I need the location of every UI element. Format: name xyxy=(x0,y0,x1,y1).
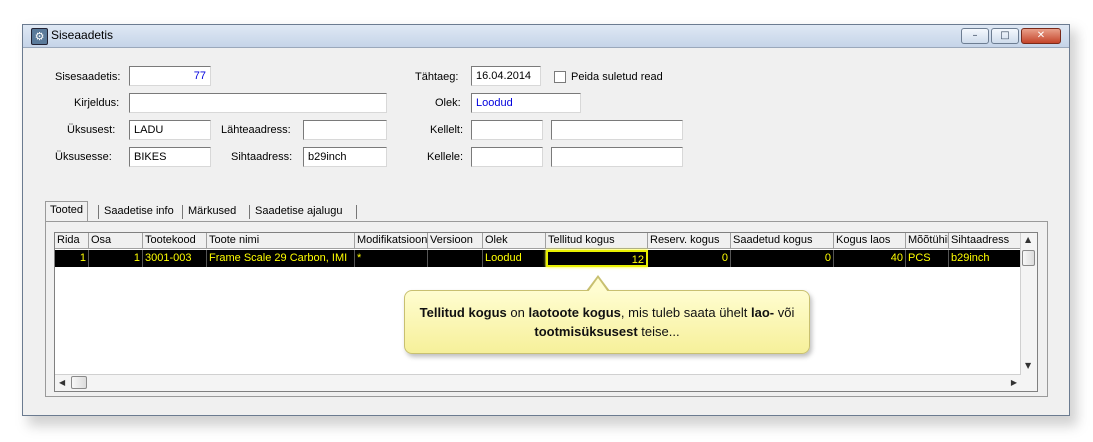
column-header[interactable]: Toote nimi xyxy=(207,233,355,249)
callout-text-2: , mis tuleb saata ühelt xyxy=(620,305,751,320)
column-header[interactable]: Osa xyxy=(89,233,143,249)
callout-text-4: teise... xyxy=(637,324,680,339)
column-header[interactable]: Kogus laos xyxy=(834,233,906,249)
tooltip-callout: Tellitud kogus on laotoote kogus, mis tu… xyxy=(404,290,810,354)
callout-text-3: või xyxy=(774,305,795,320)
table-cell[interactable]: 0 xyxy=(731,250,834,267)
scroll-right-icon[interactable]: ▶ xyxy=(1011,378,1017,387)
uksusest-label: Üksusest: xyxy=(67,124,116,136)
uksusesse-field[interactable]: BIKES xyxy=(129,147,211,167)
table-cell[interactable]: Frame Scale 29 Carbon, IMI xyxy=(207,250,355,267)
table-cell[interactable]: 1 xyxy=(89,250,143,267)
olek-field[interactable]: Loodud xyxy=(471,93,581,113)
callout-pointer-fill xyxy=(588,278,608,292)
table-cell[interactable]: * xyxy=(355,250,428,267)
callout-bold-4: tootmisüksusest xyxy=(534,324,638,339)
close-button[interactable]: ✕ xyxy=(1021,28,1061,44)
title-bar[interactable]: ⚙ Siseaadetis – □ ✕ xyxy=(23,25,1069,48)
callout-bold-3: lao- xyxy=(751,305,775,320)
lahteaadress-label: Lähteaadress: xyxy=(221,124,291,136)
maximize-button[interactable]: □ xyxy=(991,28,1019,44)
tab-tooted[interactable]: Tooted xyxy=(45,201,89,221)
peida-suletud-label: Peida suletud read xyxy=(571,71,663,83)
vertical-scroll-thumb[interactable] xyxy=(1022,250,1035,266)
kellelt-field-2[interactable] xyxy=(551,120,683,140)
app-gear-icon: ⚙ xyxy=(31,28,48,45)
table-cell[interactable]: 1 xyxy=(55,250,89,267)
kirjeldus-label: Kirjeldus: xyxy=(74,97,120,109)
kellelt-label: Kellelt: xyxy=(430,124,464,136)
tab-markused[interactable]: Märkused xyxy=(184,203,240,221)
table-cell[interactable]: 40 xyxy=(834,250,906,267)
siseaadetis-window: ⚙ Siseaadetis – □ ✕ Sisesaadetis: 77 Kir… xyxy=(22,24,1070,416)
column-header[interactable]: Sihtaadress xyxy=(949,233,1023,249)
sihtaadress-field[interactable]: b29inch xyxy=(303,147,387,167)
tahtaeg-field[interactable]: 16.04.2014 xyxy=(471,66,541,86)
column-header[interactable]: Mõõtühik xyxy=(906,233,949,249)
peida-suletud-checkbox[interactable] xyxy=(554,71,566,83)
uksusest-field[interactable]: LADU xyxy=(129,120,211,140)
table-cell[interactable]: Loodud xyxy=(483,250,546,267)
minimize-button[interactable]: – xyxy=(961,28,989,44)
tab-saadetise-info[interactable]: Saadetise info xyxy=(100,203,178,221)
kirjeldus-field[interactable] xyxy=(129,93,387,113)
callout-bold-1: Tellitud kogus xyxy=(419,305,507,320)
column-header[interactable]: Tellitud kogus xyxy=(546,233,648,249)
lahteaadress-field[interactable] xyxy=(303,120,387,140)
table-cell[interactable]: PCS xyxy=(906,250,949,267)
tab-divider xyxy=(182,205,183,219)
kellele-field-1[interactable] xyxy=(471,147,543,167)
uksusesse-label: Üksusesse: xyxy=(55,151,112,163)
tab-divider xyxy=(356,205,357,219)
tab-saadetise-ajalugu[interactable]: Saadetise ajalugu xyxy=(251,203,346,221)
tahtaeg-label: Tähtaeg: xyxy=(415,71,459,83)
table-cell[interactable]: 0 xyxy=(648,250,731,267)
tab-divider xyxy=(98,205,99,219)
horizontal-scroll-thumb[interactable] xyxy=(71,376,87,389)
column-header[interactable]: Versioon xyxy=(428,233,483,249)
scroll-up-icon[interactable]: ▲ xyxy=(1025,235,1031,244)
scroll-left-icon[interactable]: ◀ xyxy=(59,378,65,387)
table-cell[interactable]: b29inch xyxy=(949,250,1023,267)
tellitud-kogus-cell[interactable]: 12 xyxy=(546,250,648,267)
table-cell[interactable] xyxy=(428,250,483,267)
column-header[interactable]: Modifikatsioon xyxy=(355,233,428,249)
column-header[interactable]: Rida xyxy=(55,233,89,249)
column-header[interactable]: Saadetud kogus xyxy=(731,233,834,249)
sisesaadetis-label: Sisesaadetis: xyxy=(55,71,121,83)
tab-divider xyxy=(249,205,250,219)
horizontal-scrollbar[interactable]: ◀ ▶ xyxy=(55,374,1021,391)
window-title: Siseaadetis xyxy=(51,28,114,42)
table-cell[interactable]: 3001-003 xyxy=(143,250,207,267)
sihtaadress-label: Sihtaadress: xyxy=(231,151,293,163)
sisesaadetis-field[interactable]: 77 xyxy=(129,66,211,86)
kellele-label: Kellele: xyxy=(427,151,464,163)
callout-bold-2: laotoote kogus xyxy=(528,305,621,320)
scroll-down-icon[interactable]: ▼ xyxy=(1025,361,1031,370)
kellelt-field-1[interactable] xyxy=(471,120,543,140)
column-header[interactable]: Tootekood xyxy=(143,233,207,249)
kellele-field-2[interactable] xyxy=(551,147,683,167)
olek-label: Olek: xyxy=(435,97,461,109)
column-header[interactable]: Reserv. kogus xyxy=(648,233,731,249)
column-header[interactable]: Olek xyxy=(483,233,546,249)
vertical-scrollbar[interactable]: ▲ ▼ xyxy=(1020,233,1037,391)
callout-text-1: on xyxy=(506,305,529,320)
